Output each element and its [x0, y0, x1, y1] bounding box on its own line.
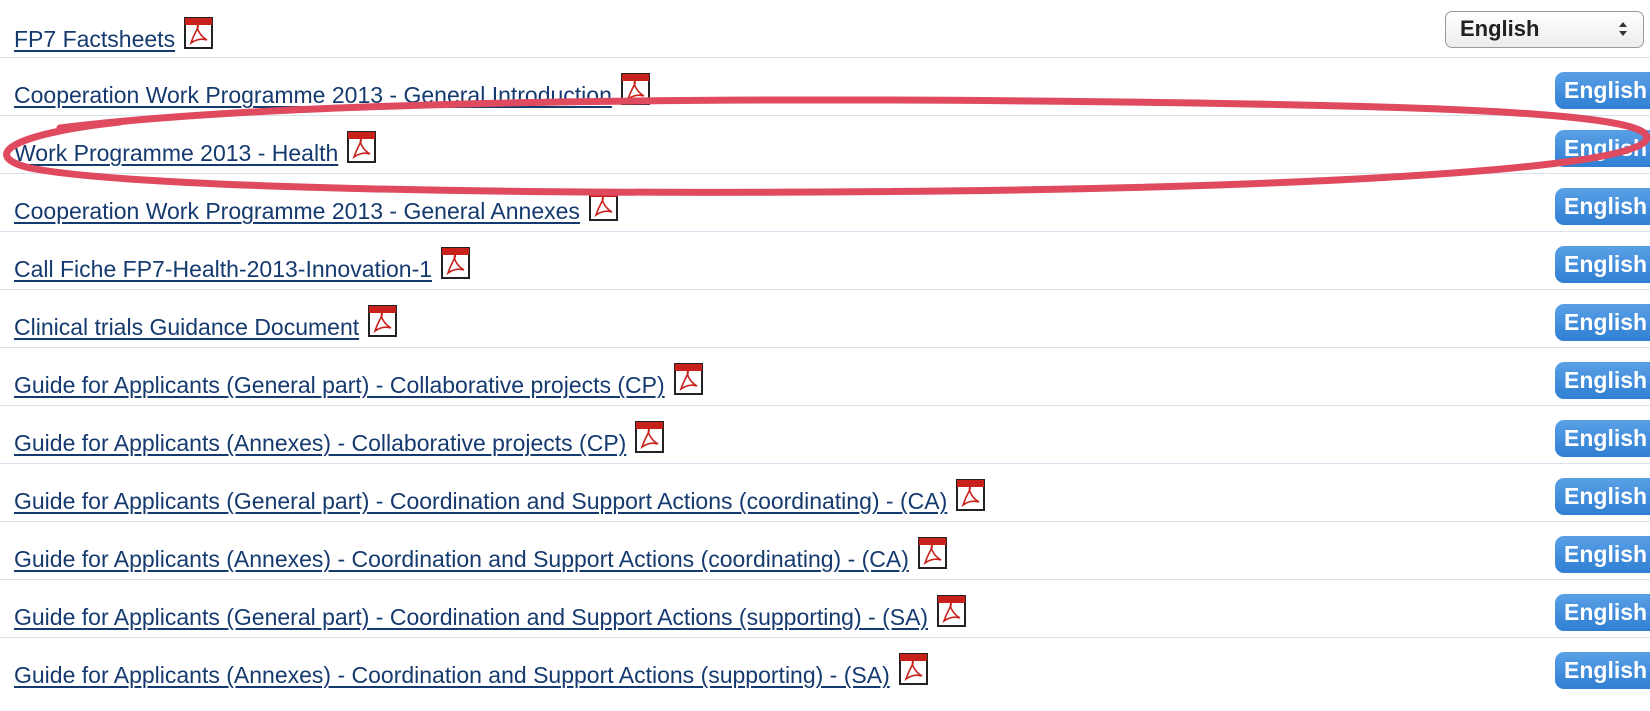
document-link[interactable]: Guide for Applicants (General part) - Co…	[14, 478, 986, 516]
document-title[interactable]: Call Fiche FP7-Health-2013-Innovation-1	[14, 256, 432, 282]
english-version-button[interactable]: English	[1555, 594, 1650, 631]
language-select-value: English	[1460, 16, 1540, 41]
list-item: Guide for Applicants (Annexes) - Coordin…	[0, 638, 1650, 696]
list-item: Work Programme 2013 - Health English	[0, 116, 1650, 174]
document-link[interactable]: FP7 Factsheets	[14, 16, 214, 54]
document-list: FP7 Factsheets English Cooperation Work …	[0, 0, 1650, 711]
english-version-button[interactable]: English	[1555, 536, 1650, 573]
document-title[interactable]: Cooperation Work Programme 2013 - Genera…	[14, 198, 580, 224]
document-link[interactable]: Clinical trials Guidance Document	[14, 304, 398, 342]
pdf-icon[interactable]	[620, 72, 651, 106]
document-title[interactable]: Guide for Applicants (Annexes) - Coordin…	[14, 662, 890, 688]
document-link[interactable]: Cooperation Work Programme 2013 - Genera…	[14, 72, 651, 110]
list-item: FP7 Factsheets English	[0, 0, 1650, 58]
document-title[interactable]: Guide for Applicants (Annexes) - Coordin…	[14, 546, 909, 572]
list-item: Call Fiche FP7-Health-2013-Innovation-1 …	[0, 232, 1650, 290]
document-link[interactable]: Guide for Applicants (General part) - Co…	[14, 362, 704, 400]
english-version-button[interactable]: English	[1555, 130, 1650, 167]
pdf-icon[interactable]	[634, 420, 665, 454]
document-title[interactable]: Guide for Applicants (General part) - Co…	[14, 604, 928, 630]
pdf-icon[interactable]	[936, 594, 967, 628]
pdf-icon[interactable]	[346, 130, 377, 164]
list-item: Clinical trials Guidance Document Englis…	[0, 290, 1650, 348]
pdf-icon[interactable]	[673, 362, 704, 396]
list-item: Guide for Applicants (General part) - Co…	[0, 348, 1650, 406]
document-link[interactable]: Call Fiche FP7-Health-2013-Innovation-1	[14, 246, 471, 284]
document-title[interactable]: Guide for Applicants (General part) - Co…	[14, 372, 665, 398]
pdf-icon[interactable]	[917, 536, 948, 570]
document-title[interactable]: Guide for Applicants (General part) - Co…	[14, 488, 947, 514]
document-link[interactable]: Guide for Applicants (Annexes) - Coordin…	[14, 536, 948, 574]
document-title[interactable]: Cooperation Work Programme 2013 - Genera…	[14, 82, 612, 108]
document-title[interactable]: Work Programme 2013 - Health	[14, 140, 338, 166]
pdf-icon[interactable]	[898, 652, 929, 686]
pdf-icon[interactable]	[588, 188, 619, 222]
english-version-button[interactable]: English	[1555, 304, 1650, 341]
pdf-icon[interactable]	[183, 16, 214, 50]
language-select[interactable]: English	[1445, 11, 1644, 48]
list-item: Guide for Applicants (General part) - Co…	[0, 464, 1650, 522]
pdf-icon[interactable]	[955, 478, 986, 512]
english-version-button[interactable]: English	[1555, 72, 1650, 109]
document-title[interactable]: Guide for Applicants (Annexes) - Collabo…	[14, 430, 626, 456]
document-link[interactable]: Guide for Applicants (Annexes) - Collabo…	[14, 420, 665, 458]
list-item: Guide for Applicants (Annexes) - Collabo…	[0, 406, 1650, 464]
english-version-button[interactable]: English	[1555, 246, 1650, 283]
document-link[interactable]: Guide for Applicants (Annexes) - Coordin…	[14, 652, 929, 690]
select-arrows-icon	[1617, 20, 1629, 38]
document-link[interactable]: Guide for Applicants (General part) - Co…	[14, 594, 967, 632]
english-version-button[interactable]: English	[1555, 188, 1650, 225]
list-item: Guide for Applicants (Annexes) - Coordin…	[0, 522, 1650, 580]
english-version-button[interactable]: English	[1555, 652, 1650, 689]
pdf-icon[interactable]	[440, 246, 471, 280]
list-item: Guide for Applicants (General part) - Co…	[0, 580, 1650, 638]
english-version-button[interactable]: English	[1555, 362, 1650, 399]
document-title[interactable]: Clinical trials Guidance Document	[14, 314, 359, 340]
english-version-button[interactable]: English	[1555, 420, 1650, 457]
document-link[interactable]: Work Programme 2013 - Health	[14, 130, 377, 168]
pdf-icon[interactable]	[367, 304, 398, 338]
document-title[interactable]: FP7 Factsheets	[14, 26, 175, 52]
list-item: Cooperation Work Programme 2013 - Genera…	[0, 174, 1650, 232]
document-link[interactable]: Cooperation Work Programme 2013 - Genera…	[14, 188, 619, 226]
list-item: Cooperation Work Programme 2013 - Genera…	[0, 58, 1650, 116]
english-version-button[interactable]: English	[1555, 478, 1650, 515]
